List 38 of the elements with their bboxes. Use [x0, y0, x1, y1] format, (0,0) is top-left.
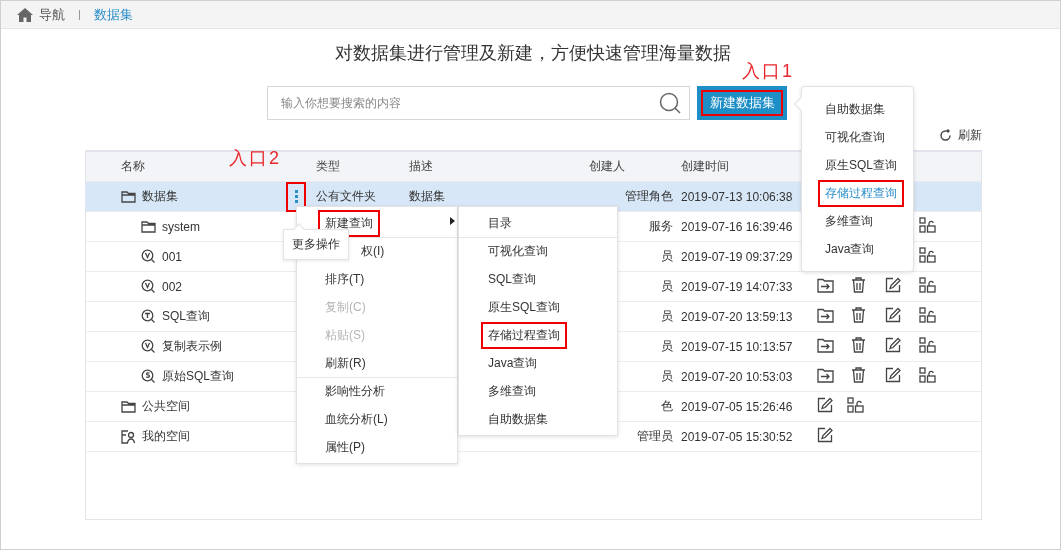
annotation-label: 入口2 — [229, 147, 281, 170]
creator-cell-text: 员 — [660, 308, 674, 325]
creator-cell-text: 服务 — [648, 218, 674, 235]
creator-cell-text: 管理员 — [636, 428, 674, 445]
column-header: 名称 — [121, 158, 145, 175]
time-cell-text: 2019-07-19 09:37:29 — [681, 249, 794, 264]
name-cell: SQL查询 — [162, 308, 210, 325]
type-cell: 公有文件夹 — [316, 189, 376, 203]
time-cell-text: 2019-07-05 15:26:46 — [681, 399, 794, 414]
name-cell: 002 — [162, 279, 183, 294]
name-cell: 001 — [162, 249, 183, 264]
name-cell: system — [162, 219, 200, 234]
name-cell: 数据集 — [142, 188, 178, 205]
time-cell-text: 2019-07-19 14:07:33 — [681, 279, 794, 294]
column-header: 类型 — [316, 158, 340, 175]
page-heading: 对数据集进行管理及新建，方便快速管理海量数据 — [333, 42, 732, 65]
name-cell: 复制表示例 — [162, 338, 222, 355]
creator-cell-text: 管理角色 — [624, 188, 674, 205]
name-cell: 原始SQL查询 — [162, 368, 234, 385]
annotation-label: 入口1 — [742, 60, 794, 83]
name-cell: 我的空间 — [142, 428, 190, 445]
column-header: 创建人 — [589, 158, 625, 175]
creator-cell-text: 色 — [660, 398, 674, 415]
description-cell: 数据集 — [409, 189, 445, 203]
creator-cell-text: 员 — [660, 338, 674, 355]
column-header: 描述 — [409, 158, 433, 175]
time-cell-text: 2019-07-20 10:53:03 — [681, 369, 794, 384]
time-cell-text: 2019-07-13 10:06:38 — [681, 189, 794, 204]
time-cell-text: 2019-07-15 10:13:57 — [681, 339, 794, 354]
column-header: 创建时间 — [681, 158, 729, 175]
creator-cell-text: 员 — [660, 368, 674, 385]
name-cell: 公共空间 — [142, 398, 190, 415]
creator-cell-text: 员 — [660, 248, 674, 265]
creator-cell-text: 员 — [660, 278, 674, 295]
tooltip: 更多操作 — [283, 229, 349, 260]
time-cell-text: 2019-07-16 16:39:46 — [681, 219, 794, 234]
time-cell-text: 2019-07-20 13:59:13 — [681, 309, 794, 324]
time-cell-text: 2019-07-05 15:30:52 — [681, 429, 794, 444]
